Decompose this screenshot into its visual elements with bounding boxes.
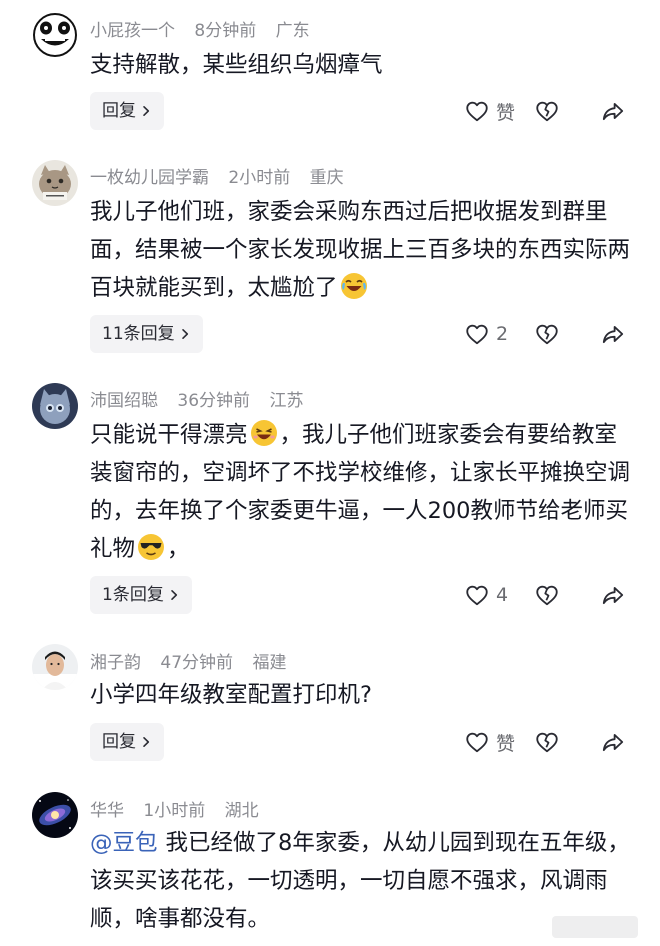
like-button[interactable]: 赞 xyxy=(464,98,534,125)
broken-heart-icon xyxy=(534,321,560,347)
username[interactable]: 沛国绍聪 xyxy=(90,391,158,411)
heart-icon xyxy=(464,729,490,755)
location: 福建 xyxy=(252,653,287,673)
heart-icon xyxy=(464,98,490,124)
like-count: 赞 xyxy=(496,101,516,124)
dislike-button[interactable] xyxy=(534,729,600,755)
comment-actions: 2 xyxy=(464,315,628,353)
comment-text: 小学四年级教室配置打印机? xyxy=(90,682,372,708)
share-button[interactable] xyxy=(600,98,628,124)
comment-text: 支持解散，某些组织乌烟瘴气 xyxy=(90,52,383,78)
comment-text-body: 我已经做了8年家委，从幼儿园到现在五年级，该买买该花花，一切透明，一切自愿不强求… xyxy=(90,830,630,932)
comment-text: 我儿子他们班，家委会采购东西过后把收据发到群里面，结果被一个家长发现收据上三百多… xyxy=(90,193,635,307)
like-button[interactable]: 赞 xyxy=(464,729,534,756)
avatar[interactable] xyxy=(32,160,78,206)
like-button[interactable]: 4 xyxy=(464,582,534,608)
comment-actions: 赞 xyxy=(464,92,628,130)
location: 重庆 xyxy=(309,168,344,188)
chevron-right-icon xyxy=(179,328,191,340)
share-arrow-icon xyxy=(600,729,626,755)
like-count: 2 xyxy=(496,323,509,345)
username[interactable]: 华华 xyxy=(90,801,124,821)
avatar[interactable] xyxy=(32,644,78,690)
chevron-right-icon xyxy=(168,589,180,601)
watermark xyxy=(552,916,638,938)
share-arrow-icon xyxy=(600,582,626,608)
heart-icon xyxy=(464,582,490,608)
share-button[interactable] xyxy=(600,729,628,755)
comment-actions: 4 xyxy=(464,576,628,614)
comment-meta: 华华 1小时前 湖北 xyxy=(90,796,273,821)
username[interactable]: 湘子韵 xyxy=(90,653,141,673)
timestamp: 47分钟前 xyxy=(160,653,234,673)
reply-label: 回复 xyxy=(102,732,136,752)
chevron-right-icon xyxy=(140,105,152,117)
heart-icon xyxy=(464,321,490,347)
broken-heart-icon xyxy=(534,98,560,124)
comment-text-part: ， xyxy=(167,536,190,562)
reply-label: 回复 xyxy=(102,101,136,121)
laughing-emoji xyxy=(250,419,278,447)
comment-meta: 一枚幼儿园学霸 2小时前 重庆 xyxy=(90,163,358,188)
reply-label: 1条回复 xyxy=(102,585,164,605)
dislike-button[interactable] xyxy=(534,321,600,347)
timestamp: 2小时前 xyxy=(228,168,291,188)
avatar[interactable] xyxy=(32,792,78,838)
comment-actions: 赞 xyxy=(464,723,628,761)
reply-label: 11条回复 xyxy=(102,324,175,344)
comment-text: 只能说干得漂亮 ，我儿子他们班家委会有要给教室装窗帘的，空调坏了不找学校维修，让家… xyxy=(90,416,635,568)
location: 江苏 xyxy=(269,391,304,411)
timestamp: 1小时前 xyxy=(143,801,206,821)
username[interactable]: 一枚幼儿园学霸 xyxy=(90,168,209,188)
like-count: 赞 xyxy=(496,732,516,755)
comment-meta: 湘子韵 47分钟前 福建 xyxy=(90,648,300,673)
share-button[interactable] xyxy=(600,321,628,347)
chevron-right-icon xyxy=(140,736,152,748)
comment-text-part: 只能说干得漂亮 xyxy=(90,422,248,448)
timestamp: 8分钟前 xyxy=(194,21,257,41)
location: 广东 xyxy=(275,21,310,41)
timestamp: 36分钟前 xyxy=(177,391,251,411)
comment-meta: 沛国绍聪 36分钟前 江苏 xyxy=(90,386,317,411)
username[interactable]: 小屁孩一个 xyxy=(90,21,175,41)
avatar[interactable] xyxy=(32,12,78,58)
dislike-button[interactable] xyxy=(534,582,600,608)
like-button[interactable]: 2 xyxy=(464,321,534,347)
share-arrow-icon xyxy=(600,98,626,124)
sunglasses-emoji xyxy=(137,533,165,561)
like-count: 4 xyxy=(496,584,509,606)
broken-heart-icon xyxy=(534,729,560,755)
reply-button[interactable]: 回复 xyxy=(90,92,164,130)
reply-button[interactable]: 回复 xyxy=(90,723,164,761)
dislike-button[interactable] xyxy=(534,98,600,124)
share-arrow-icon xyxy=(600,321,626,347)
broken-heart-icon xyxy=(534,582,560,608)
avatar[interactable] xyxy=(32,383,78,429)
comment-meta: 小屁孩一个 8分钟前 广东 xyxy=(90,16,324,41)
laughing-crying-emoji xyxy=(340,272,368,300)
mention-link[interactable]: @豆包 xyxy=(90,830,158,856)
reply-button[interactable]: 1条回复 xyxy=(90,576,192,614)
location: 湖北 xyxy=(224,801,259,821)
share-button[interactable] xyxy=(600,582,628,608)
reply-button[interactable]: 11条回复 xyxy=(90,315,203,353)
